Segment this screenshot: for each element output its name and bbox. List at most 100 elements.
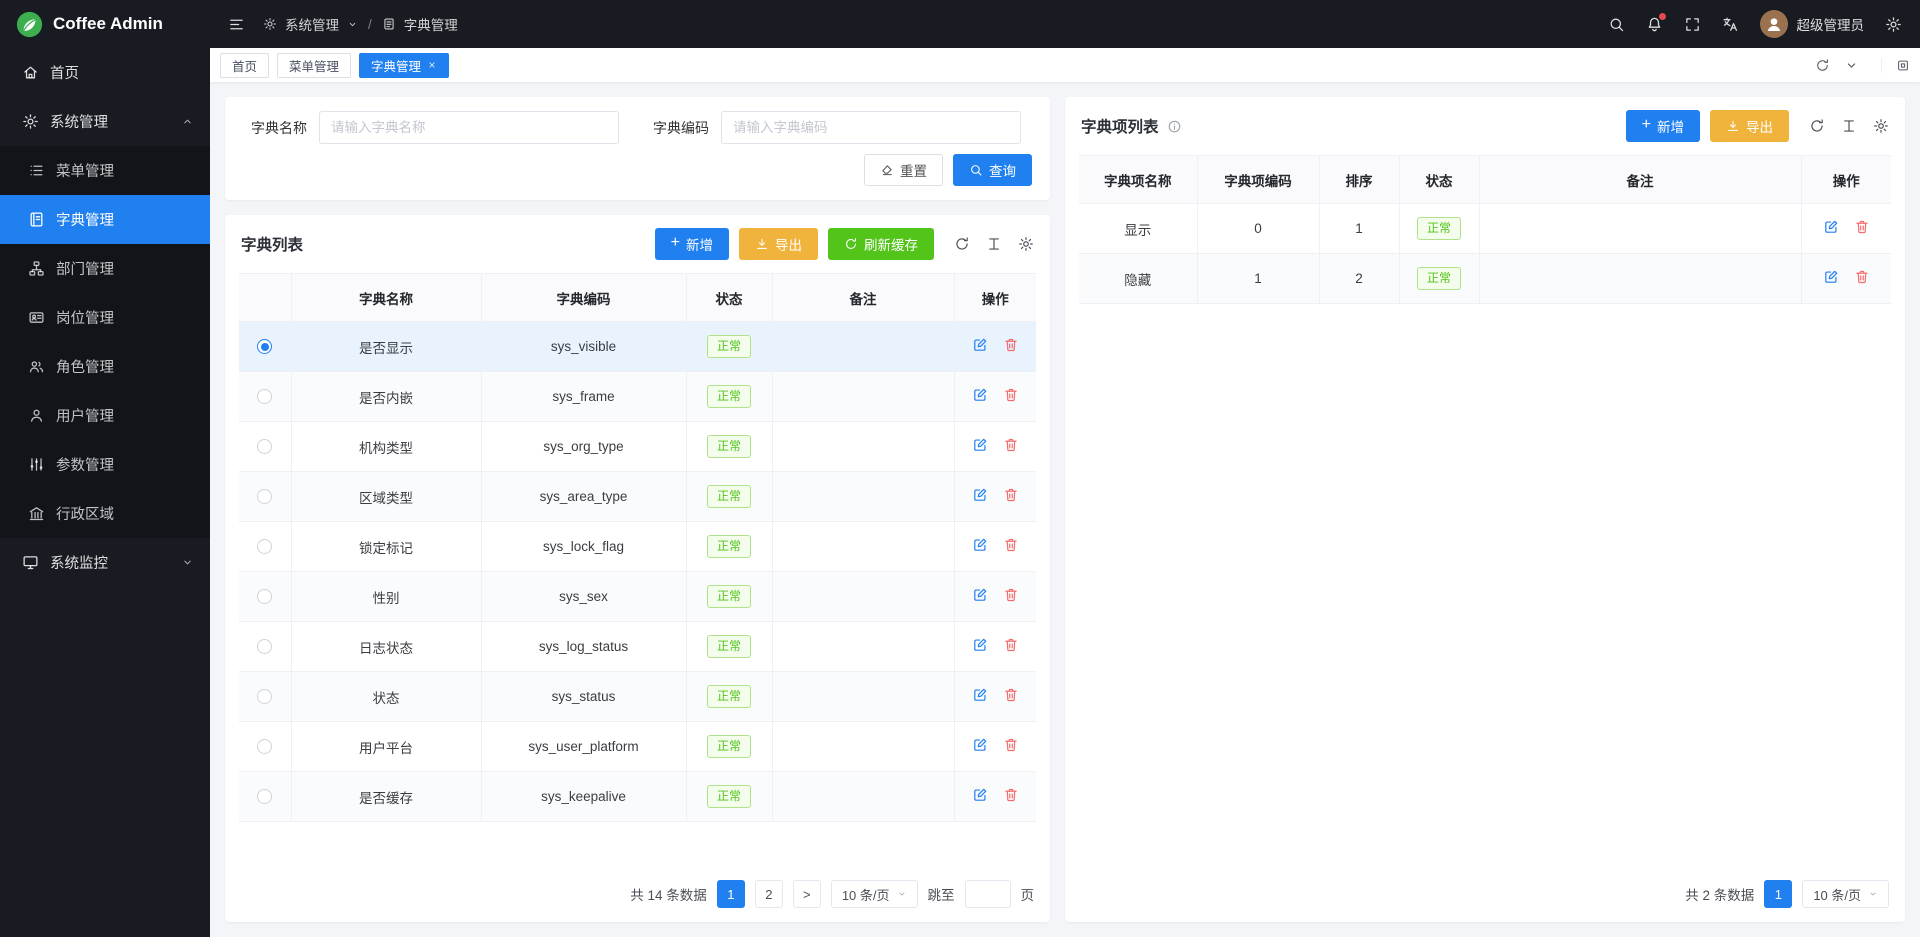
- edit-icon[interactable]: [972, 687, 988, 703]
- column-header: 备注: [1479, 156, 1801, 204]
- delete-icon[interactable]: [1003, 637, 1019, 653]
- status-badge: 正常: [1417, 267, 1461, 290]
- row-radio[interactable]: [257, 639, 272, 654]
- sidebar-item-role[interactable]: 角色管理: [0, 342, 210, 391]
- column-header: 字典编码: [481, 274, 686, 322]
- tabbar: 首页菜单管理字典管理: [210, 48, 1920, 82]
- table-row[interactable]: 显示01正常: [1079, 204, 1891, 254]
- table-settings-icon[interactable]: [1018, 236, 1034, 252]
- edit-icon[interactable]: [972, 337, 988, 353]
- query-button[interactable]: 查询: [953, 154, 1032, 186]
- sidebar-group-system[interactable]: 系统管理: [0, 97, 210, 146]
- row-radio[interactable]: [257, 589, 272, 604]
- search-icon[interactable]: [1608, 16, 1625, 33]
- table-row[interactable]: 区域类型sys_area_type正常: [239, 472, 1036, 522]
- fullscreen-icon[interactable]: [1684, 16, 1701, 33]
- row-radio[interactable]: [257, 339, 272, 354]
- sidebar-item-post[interactable]: 岗位管理: [0, 293, 210, 342]
- row-radio[interactable]: [257, 739, 272, 754]
- content-fullscreen-icon[interactable]: [1881, 58, 1910, 73]
- edit-icon[interactable]: [972, 737, 988, 753]
- delete-icon[interactable]: [1003, 437, 1019, 453]
- delete-icon[interactable]: [1003, 687, 1019, 703]
- delete-icon[interactable]: [1003, 587, 1019, 603]
- table-refresh-icon[interactable]: [1809, 118, 1825, 134]
- sidebar-item-dept[interactable]: 部门管理: [0, 244, 210, 293]
- sidebar-item-param[interactable]: 参数管理: [0, 440, 210, 489]
- delete-icon[interactable]: [1003, 737, 1019, 753]
- page-size-select[interactable]: 10 条/页: [1802, 880, 1889, 908]
- table-row[interactable]: 性别sys_sex正常: [239, 572, 1036, 622]
- tab-2[interactable]: 菜单管理: [277, 53, 351, 78]
- delete-icon[interactable]: [1854, 269, 1870, 285]
- table-row[interactable]: 状态sys_status正常: [239, 672, 1036, 722]
- jump-page-input[interactable]: [965, 880, 1011, 908]
- page-button-1[interactable]: 1: [1764, 880, 1792, 908]
- sidebar-collapse-icon[interactable]: [228, 16, 245, 33]
- edit-icon[interactable]: [972, 787, 988, 803]
- table-row[interactable]: 用户平台sys_user_platform正常: [239, 722, 1036, 772]
- sidebar-group-monitor[interactable]: 系统监控: [0, 538, 210, 587]
- table-row[interactable]: 机构类型sys_org_type正常: [239, 422, 1036, 472]
- sidebar-item-user[interactable]: 用户管理: [0, 391, 210, 440]
- close-icon[interactable]: [427, 60, 437, 70]
- delete-icon[interactable]: [1003, 787, 1019, 803]
- edit-icon[interactable]: [1823, 269, 1839, 285]
- export-dict-button[interactable]: 导出: [739, 228, 818, 260]
- next-page-button[interactable]: >: [793, 880, 821, 908]
- sidebar-item-dict[interactable]: 字典管理: [0, 195, 210, 244]
- edit-icon[interactable]: [972, 637, 988, 653]
- row-radio[interactable]: [257, 789, 272, 804]
- table-density-icon[interactable]: [986, 236, 1002, 252]
- dict-list-header: 字典列表 + 新增 导出 刷新缓存: [239, 215, 1036, 273]
- table-settings-icon[interactable]: [1873, 118, 1889, 134]
- edit-icon[interactable]: [972, 437, 988, 453]
- edit-icon[interactable]: [1823, 219, 1839, 235]
- delete-icon[interactable]: [1003, 387, 1019, 403]
- tab-menu-chevron-icon[interactable]: [1844, 58, 1859, 73]
- delete-icon[interactable]: [1003, 537, 1019, 553]
- notifications-button[interactable]: [1646, 16, 1663, 33]
- table-row[interactable]: 日志状态sys_log_status正常: [239, 622, 1036, 672]
- edit-icon[interactable]: [972, 487, 988, 503]
- row-radio[interactable]: [257, 489, 272, 504]
- tab-1[interactable]: 首页: [220, 53, 269, 78]
- dict-name-input[interactable]: [319, 111, 619, 144]
- edit-icon[interactable]: [972, 587, 988, 603]
- dict-code-input[interactable]: [721, 111, 1021, 144]
- table-row[interactable]: 是否缓存sys_keepalive正常: [239, 772, 1036, 822]
- row-radio[interactable]: [257, 689, 272, 704]
- row-radio[interactable]: [257, 439, 272, 454]
- table-row[interactable]: 是否显示sys_visible正常: [239, 322, 1036, 372]
- sidebar-item-label: 角色管理: [56, 356, 114, 377]
- settings-gear-icon[interactable]: [1885, 16, 1902, 33]
- refresh-tab-icon[interactable]: [1815, 58, 1830, 73]
- page-button-1[interactable]: 1: [717, 880, 745, 908]
- table-density-icon[interactable]: [1841, 118, 1857, 134]
- table-row[interactable]: 锁定标记sys_lock_flag正常: [239, 522, 1036, 572]
- export-item-button[interactable]: 导出: [1710, 110, 1789, 142]
- delete-icon[interactable]: [1003, 337, 1019, 353]
- row-radio[interactable]: [257, 389, 272, 404]
- table-row[interactable]: 是否内嵌sys_frame正常: [239, 372, 1036, 422]
- edit-icon[interactable]: [972, 537, 988, 553]
- table-row[interactable]: 隐藏12正常: [1079, 254, 1891, 304]
- sidebar-item-home[interactable]: 首页: [0, 48, 210, 97]
- refresh-cache-button[interactable]: 刷新缓存: [828, 228, 934, 260]
- delete-icon[interactable]: [1003, 487, 1019, 503]
- tab-3[interactable]: 字典管理: [359, 53, 449, 78]
- user-menu[interactable]: 超级管理员: [1760, 10, 1865, 38]
- translate-icon[interactable]: [1722, 16, 1739, 33]
- page-size-select[interactable]: 10 条/页: [831, 880, 918, 908]
- add-item-button[interactable]: + 新增: [1626, 110, 1700, 142]
- page-button-2[interactable]: 2: [755, 880, 783, 908]
- row-radio[interactable]: [257, 539, 272, 554]
- reset-button[interactable]: 重置: [864, 154, 943, 186]
- sidebar-item-region[interactable]: 行政区域: [0, 489, 210, 538]
- table-refresh-icon[interactable]: [954, 236, 970, 252]
- sidebar-item-menu[interactable]: 菜单管理: [0, 146, 210, 195]
- delete-icon[interactable]: [1854, 219, 1870, 235]
- add-dict-button[interactable]: + 新增: [655, 228, 729, 260]
- edit-icon[interactable]: [972, 387, 988, 403]
- breadcrumb-level1[interactable]: 系统管理: [285, 14, 339, 34]
